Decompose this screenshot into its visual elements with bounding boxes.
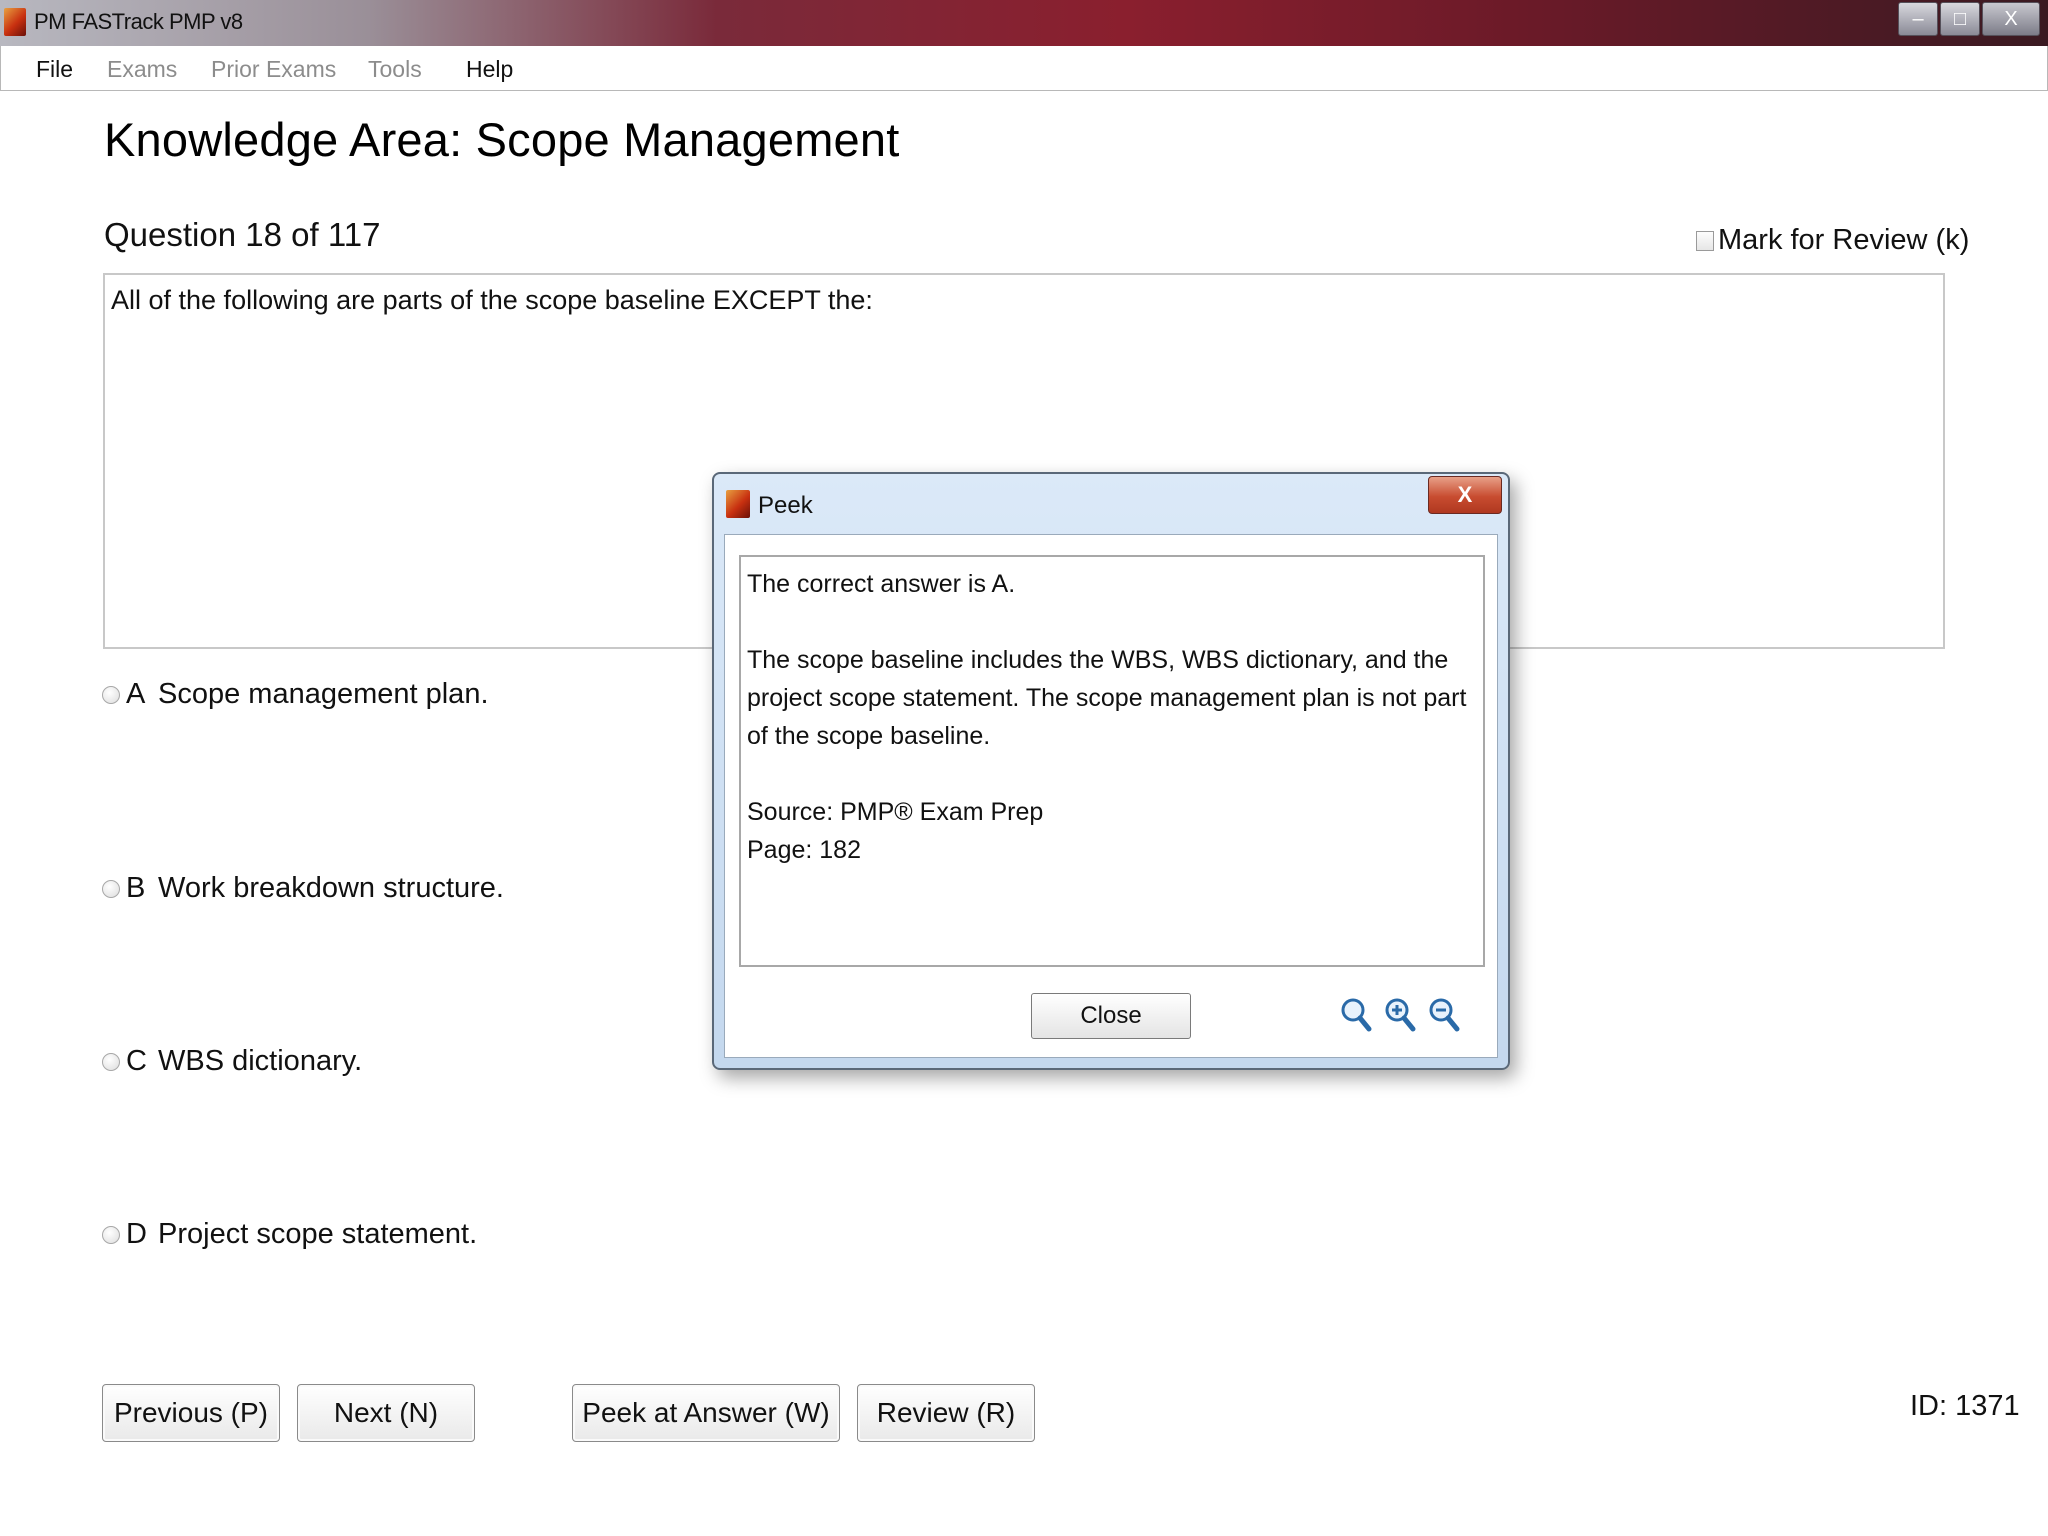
close-window-button[interactable]: X bbox=[1982, 2, 2040, 36]
question-text: All of the following are parts of the sc… bbox=[111, 285, 873, 315]
question-counter: Question 18 of 117 bbox=[104, 216, 381, 253]
page-line: Page: 182 bbox=[747, 836, 861, 864]
dialog-close-button[interactable]: Close bbox=[1031, 993, 1191, 1039]
app-logo-icon bbox=[4, 8, 26, 36]
option-c-text: WBS dictionary. bbox=[158, 1045, 363, 1077]
review-button[interactable]: Review (R) bbox=[857, 1384, 1035, 1442]
source-line: Source: PMP® Exam Prep bbox=[747, 798, 1044, 826]
menu-bar: File Exams Prior Exams Tools Help bbox=[0, 46, 2048, 91]
option-b-letter: B bbox=[126, 872, 146, 904]
dialog-close-x-button[interactable]: X bbox=[1428, 476, 1502, 514]
menu-prior-exams[interactable]: Prior Exams bbox=[211, 56, 336, 83]
option-d-letter: D bbox=[126, 1218, 147, 1250]
option-c-letter: C bbox=[126, 1045, 147, 1077]
zoom-out-icon[interactable] bbox=[1427, 995, 1461, 1035]
menu-exams[interactable]: Exams bbox=[107, 56, 177, 83]
menu-tools[interactable]: Tools bbox=[368, 56, 422, 83]
question-id: ID: 1371 bbox=[1910, 1390, 2020, 1422]
zoom-reset-icon[interactable] bbox=[1339, 995, 1373, 1035]
option-a-text: Scope management plan. bbox=[158, 678, 489, 710]
answer-explanation-box: The correct answer is A. The scope basel… bbox=[739, 555, 1485, 967]
dialog-body: The correct answer is A. The scope basel… bbox=[724, 534, 1498, 1058]
explanation-text: The scope baseline includes the WBS, WBS… bbox=[747, 646, 1467, 750]
option-a-letter: A bbox=[126, 678, 146, 710]
option-a-radio[interactable] bbox=[102, 685, 120, 704]
option-d-radio[interactable] bbox=[102, 1225, 120, 1244]
previous-button[interactable]: Previous (P) bbox=[102, 1384, 280, 1442]
window-controls: – □ X bbox=[1896, 2, 2040, 38]
option-d[interactable]: D Project scope statement. bbox=[102, 1218, 477, 1251]
mark-for-review-label: Mark for Review (k) bbox=[1718, 224, 1970, 256]
dialog-title: Peek bbox=[758, 492, 813, 519]
option-b-radio[interactable] bbox=[102, 879, 120, 898]
menu-help[interactable]: Help bbox=[466, 56, 513, 83]
option-a[interactable]: A Scope management plan. bbox=[102, 678, 489, 711]
dialog-app-icon bbox=[726, 490, 750, 518]
option-c[interactable]: C WBS dictionary. bbox=[102, 1045, 362, 1078]
option-b-text: Work breakdown structure. bbox=[158, 872, 504, 904]
minimize-button[interactable]: – bbox=[1898, 2, 1938, 36]
option-c-radio[interactable] bbox=[102, 1052, 120, 1071]
mark-for-review-toggle[interactable]: Mark for Review (k) bbox=[1696, 224, 1969, 257]
restore-button[interactable]: □ bbox=[1940, 2, 1980, 36]
title-bar: PM FASTrack PMP v8 – □ X bbox=[0, 0, 2048, 46]
zoom-in-icon[interactable] bbox=[1383, 995, 1417, 1035]
next-button[interactable]: Next (N) bbox=[297, 1384, 475, 1442]
peek-dialog: Peek X The correct answer is A. The scop… bbox=[712, 472, 1510, 1070]
menu-file[interactable]: File bbox=[36, 56, 73, 83]
correct-answer-line: The correct answer is A. bbox=[747, 570, 1016, 598]
option-d-text: Project scope statement. bbox=[158, 1218, 478, 1250]
option-b[interactable]: B Work breakdown structure. bbox=[102, 872, 504, 905]
window-title: PM FASTrack PMP v8 bbox=[34, 9, 243, 34]
peek-at-answer-button[interactable]: Peek at Answer (W) bbox=[572, 1384, 840, 1442]
page-title: Knowledge Area: Scope Management bbox=[104, 113, 900, 166]
mark-for-review-checkbox[interactable] bbox=[1696, 230, 1714, 251]
